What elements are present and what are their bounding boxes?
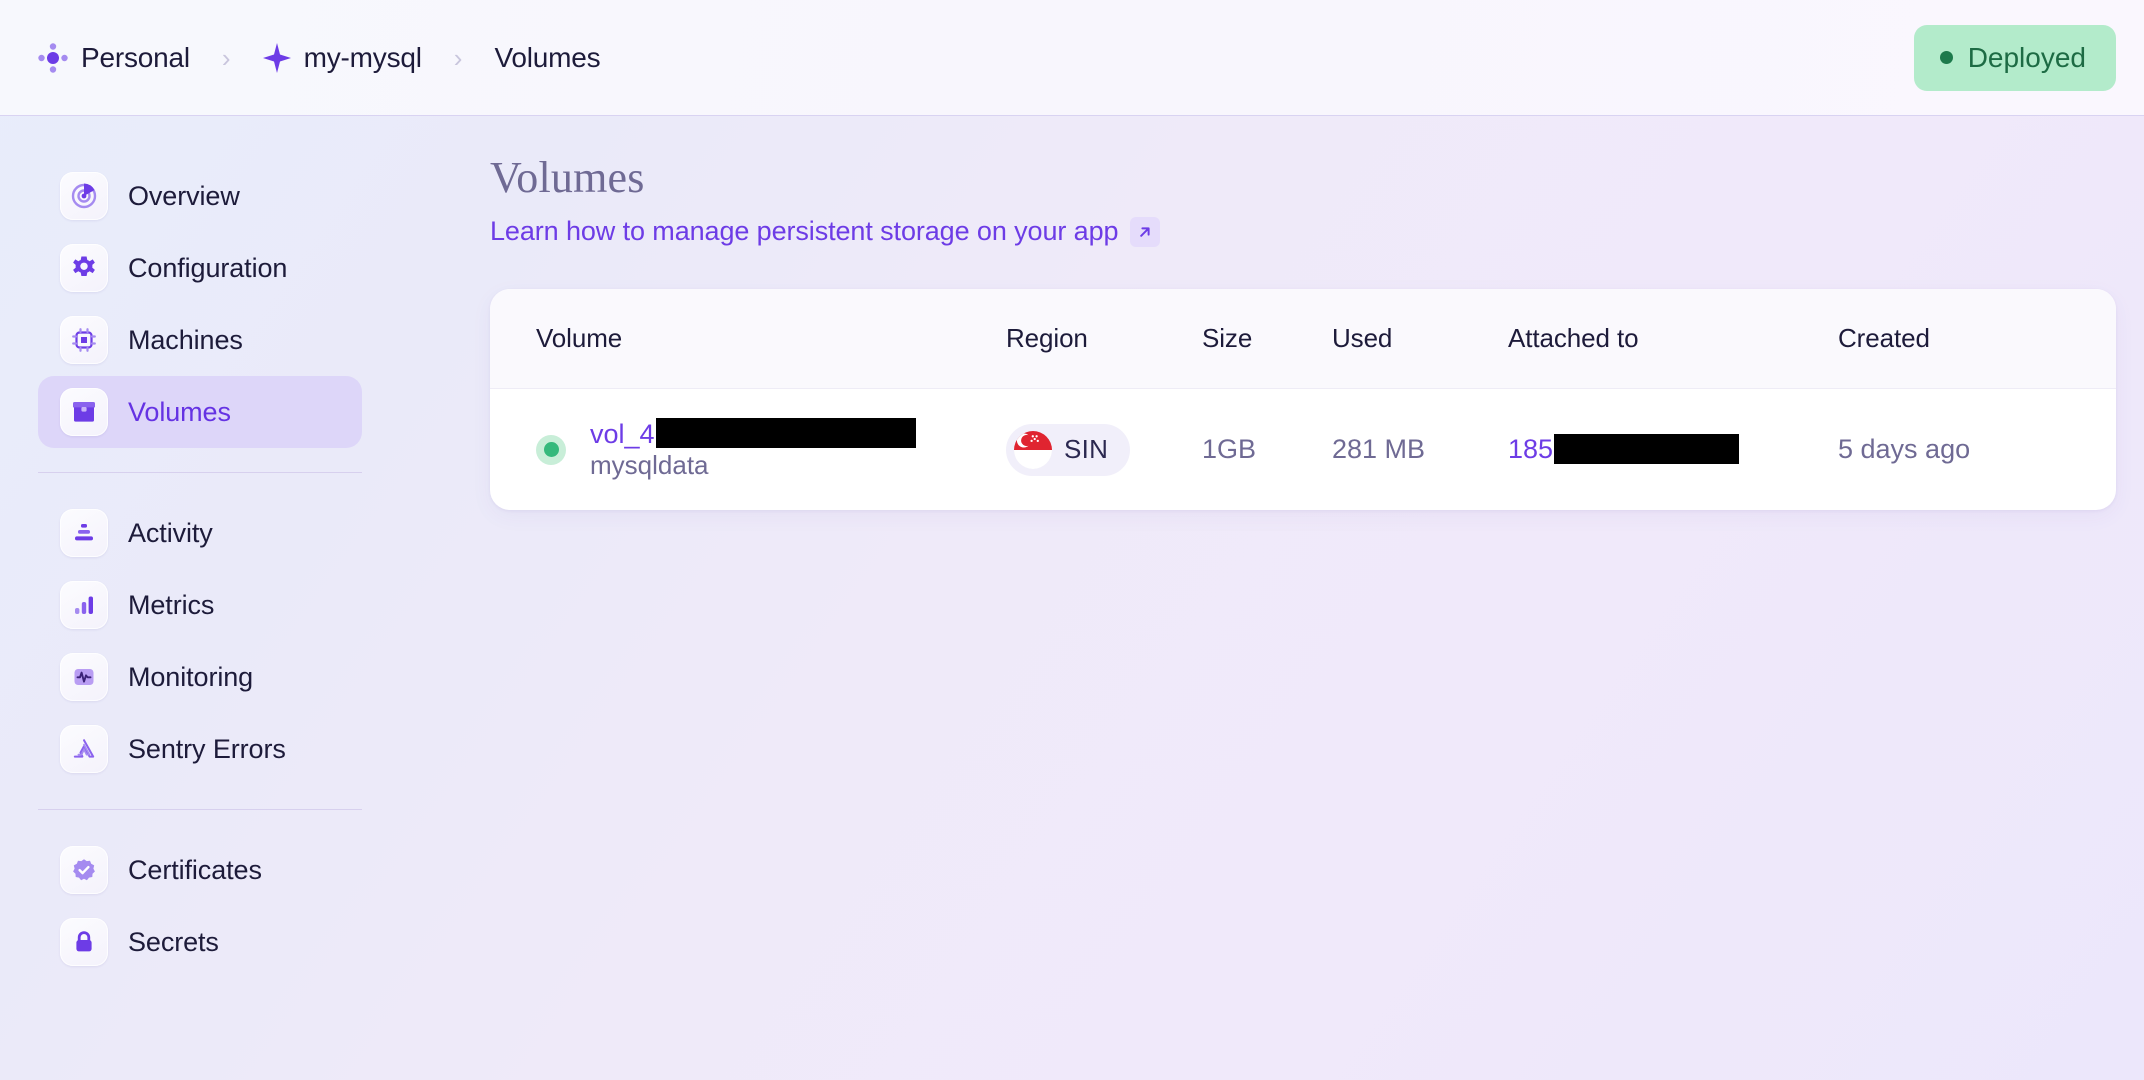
breadcrumb-separator-2: › <box>453 42 463 73</box>
sidebar-item-certificates[interactable]: Certificates <box>38 834 362 906</box>
app-root: Personal › my-mysql › Volumes Deployed O… <box>0 0 2144 1080</box>
volume-name-text: vol_4 <box>590 419 655 450</box>
status-badge-label: Deployed <box>1967 41 2086 73</box>
badge-check-icon <box>60 846 108 894</box>
sidebar-divider-1 <box>38 472 362 473</box>
sidebar-item-overview[interactable]: Overview <box>38 160 362 232</box>
volume-text-block: vol_4 mysqldata <box>590 417 916 481</box>
column-header-region: Region <box>1006 289 1202 390</box>
cell-used: 281 MB <box>1332 389 1508 510</box>
sidebar-item-volumes[interactable]: Volumes <box>38 376 362 448</box>
status-badge[interactable]: Deployed <box>1913 24 2116 91</box>
cell-attached-to: 185 <box>1508 389 1838 510</box>
column-header-created: Created <box>1838 289 2116 390</box>
cell-volume: vol_4 mysqldata <box>490 389 1006 510</box>
page-title: Volumes <box>490 153 645 202</box>
sidebar-item-secrets[interactable]: Secrets <box>38 906 362 978</box>
table-header-row: Volume Region Size Used Attached to Crea… <box>490 289 2116 390</box>
pulse-icon <box>60 653 108 701</box>
lock-icon <box>60 918 108 966</box>
table-row[interactable]: vol_4 mysqldata SIN 1GB 281 MB 185 5 day… <box>490 389 2116 510</box>
sidebar-label-machines: Machines <box>128 324 243 355</box>
breadcrumb: Personal › my-mysql › Volumes <box>32 38 1914 78</box>
region-code: SIN <box>1064 434 1109 465</box>
volume-status-indicator-icon <box>536 434 566 465</box>
volumes-table-card: Volume Region Size Used Attached to Crea… <box>490 289 2116 510</box>
sidebar-label-monitoring: Monitoring <box>128 661 254 692</box>
breadcrumb-item-app[interactable]: my-mysql <box>257 38 428 78</box>
sidebar-label-metrics: Metrics <box>128 589 215 620</box>
sidebar-label-secrets: Secrets <box>128 926 219 957</box>
sidebar-label-activity: Activity <box>128 517 213 548</box>
top-bar: Personal › my-mysql › Volumes Deployed <box>0 0 2144 116</box>
sidebar-divider-2 <box>38 809 362 810</box>
column-header-used: Used <box>1332 289 1508 390</box>
volumes-table-header: Volume Region Size Used Attached to Crea… <box>490 289 2116 390</box>
cell-size: 1GB <box>1202 389 1332 510</box>
sidebar-label-configuration: Configuration <box>128 252 288 283</box>
column-header-size: Size <box>1202 289 1332 390</box>
cell-region: SIN <box>1006 389 1202 510</box>
breadcrumb-item-personal[interactable]: Personal <box>32 38 196 78</box>
volume-name-redaction <box>655 417 916 448</box>
docs-link[interactable]: Learn how to manage persistent storage o… <box>490 216 1161 247</box>
volumes-table: Volume Region Size Used Attached to Crea… <box>490 289 2116 509</box>
sidebar-group-2: Activity Metrics Monitoring Sentry Error… <box>0 497 400 785</box>
sidebar-label-certificates: Certificates <box>128 854 262 885</box>
docs-link-label: Learn how to manage persistent storage o… <box>490 216 1119 247</box>
cell-created: 5 days ago <box>1838 389 2116 510</box>
breadcrumb-label-volumes: Volumes <box>494 41 601 73</box>
volumes-table-body: vol_4 mysqldata SIN 1GB 281 MB 185 5 day… <box>490 389 2116 510</box>
singapore-flag-icon <box>1014 430 1052 469</box>
volume-cell: vol_4 mysqldata <box>536 417 1006 481</box>
sidebar-item-machines[interactable]: Machines <box>38 304 362 376</box>
sentry-icon <box>60 725 108 773</box>
volume-status-dot <box>543 442 559 458</box>
attached-to-redaction <box>1554 433 1740 464</box>
volume-used: 281 MB <box>1332 434 1426 465</box>
breadcrumb-item-volumes[interactable]: Volumes <box>488 38 606 78</box>
breadcrumb-label-personal: Personal <box>81 41 190 73</box>
main-content: Volumes Learn how to manage persistent s… <box>400 116 2144 1080</box>
volume-created: 5 days ago <box>1838 434 1971 465</box>
sidebar-group-1: Overview Configuration Machines Volumes <box>0 160 400 448</box>
sidebar-label-overview: Overview <box>128 180 240 211</box>
cpu-chip-icon <box>60 316 108 364</box>
sidebar-label-volumes: Volumes <box>128 396 231 427</box>
column-header-attached-to: Attached to <box>1508 289 1838 390</box>
sidebar-item-monitoring[interactable]: Monitoring <box>38 641 362 713</box>
sidebar: Overview Configuration Machines Volumes … <box>0 116 400 1080</box>
sidebar-group-3: Certificates Secrets <box>0 834 400 978</box>
breadcrumb-separator: › <box>221 42 231 73</box>
bar-chart-icon <box>60 581 108 629</box>
dots-cluster-icon <box>38 42 68 73</box>
gear-icon <box>60 244 108 292</box>
column-header-volume: Volume <box>490 289 1006 390</box>
sidebar-item-sentry-errors[interactable]: Sentry Errors <box>38 713 362 785</box>
volume-label: mysqldata <box>590 450 709 481</box>
sidebar-item-metrics[interactable]: Metrics <box>38 569 362 641</box>
breadcrumb-label-app: my-mysql <box>303 41 422 73</box>
volume-size: 1GB <box>1202 434 1257 465</box>
box-icon <box>60 388 108 436</box>
body: Overview Configuration Machines Volumes … <box>0 116 2144 1080</box>
sidebar-item-configuration[interactable]: Configuration <box>38 232 362 304</box>
region-pill: SIN <box>1006 423 1131 476</box>
sidebar-label-sentry-errors: Sentry Errors <box>128 733 286 764</box>
attached-to-link[interactable]: 185 <box>1508 433 1838 465</box>
stack-icon <box>60 509 108 557</box>
attached-to-text: 185 <box>1508 434 1554 465</box>
external-link-icon <box>1130 216 1161 247</box>
status-dot-icon <box>1939 51 1953 64</box>
volume-name-link[interactable]: vol_4 <box>590 417 916 451</box>
sparkle-icon <box>262 42 291 73</box>
sidebar-item-activity[interactable]: Activity <box>38 497 362 569</box>
pie-chart-icon <box>60 172 108 220</box>
